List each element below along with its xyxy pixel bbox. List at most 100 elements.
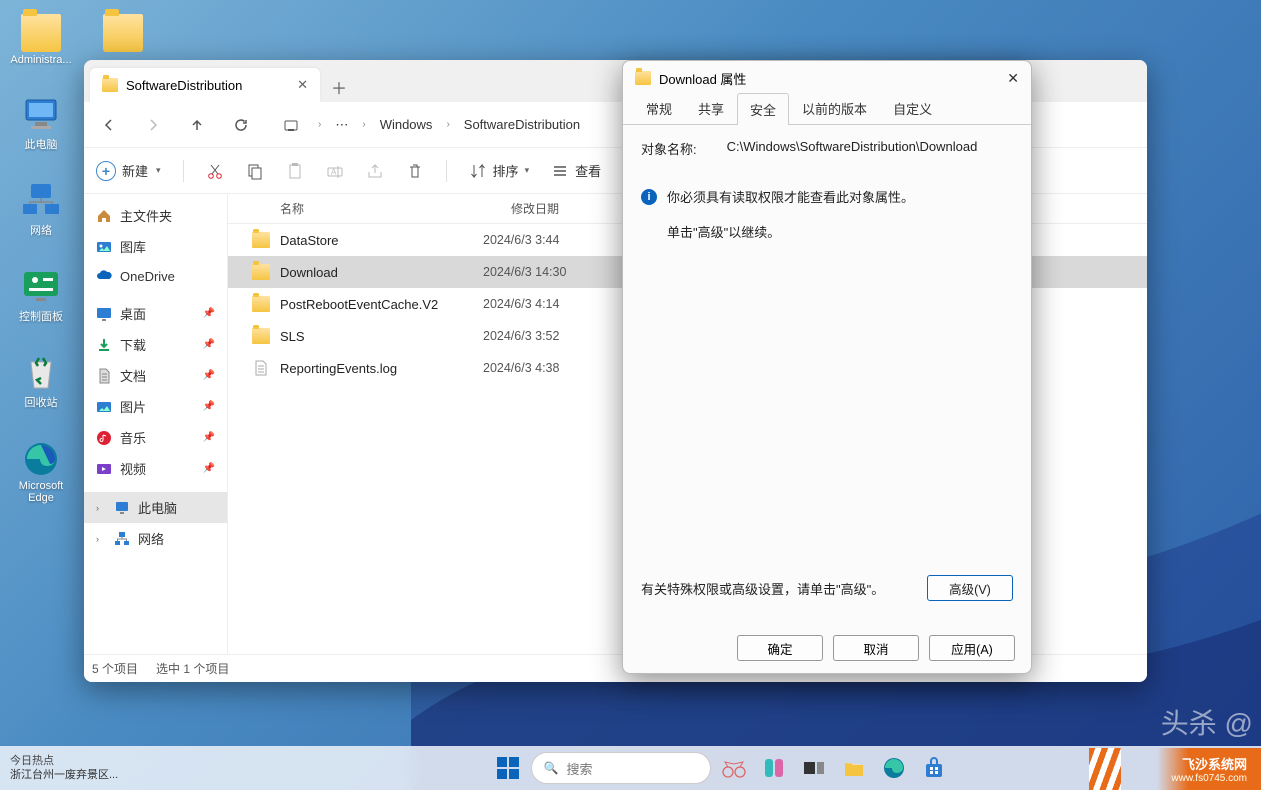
dialog-tabs: 常规共享安全以前的版本自定义 <box>623 95 1031 125</box>
start-button[interactable] <box>491 751 525 785</box>
file-date: 2024/6/3 3:52 <box>483 329 613 343</box>
taskbar-search[interactable]: 🔍 搜索 <box>531 752 711 784</box>
windows-logo-icon <box>497 757 519 779</box>
delete-button[interactable] <box>406 162 424 180</box>
file-date: 2024/6/3 4:14 <box>483 297 613 311</box>
sidebar-item-music[interactable]: 音乐📌 <box>84 422 227 453</box>
refresh-button[interactable] <box>228 112 254 138</box>
search-highlight-icon[interactable] <box>717 751 751 785</box>
label: 控制面板 <box>19 308 63 324</box>
task-view-button[interactable] <box>797 751 831 785</box>
svg-text:A: A <box>331 167 337 176</box>
news-widget[interactable]: 今日热点 浙江台州一废弃景区... <box>0 750 180 787</box>
label: 音乐 <box>120 428 146 447</box>
label: 查看 <box>575 161 601 180</box>
file-name: PostRebootEventCache.V2 <box>280 297 483 312</box>
search-placeholder: 搜索 <box>566 759 592 778</box>
new-button[interactable]: + 新建 ▾ <box>96 161 161 181</box>
cancel-button[interactable]: 取消 <box>833 635 919 661</box>
up-button[interactable] <box>184 112 210 138</box>
path-segment-windows[interactable]: Windows <box>380 117 433 132</box>
edge-taskbar-button[interactable] <box>877 751 911 785</box>
chevron-right-icon: › <box>362 119 365 130</box>
desktop-this-pc[interactable]: 此电脑 <box>10 96 72 152</box>
file-date: 2024/6/3 3:44 <box>483 233 613 247</box>
back-button[interactable] <box>96 112 122 138</box>
path-segment-softwaredistribution[interactable]: SoftwareDistribution <box>464 117 580 132</box>
label: 此电脑 <box>138 498 177 517</box>
advanced-button[interactable]: 高级(V) <box>927 575 1013 601</box>
share-button[interactable] <box>366 162 384 180</box>
tab-安全[interactable]: 安全 <box>737 93 789 125</box>
desktop-edge[interactable]: Microsoft Edge <box>10 440 72 504</box>
label: 新建 <box>122 161 148 180</box>
sidebar-item-onedrive[interactable]: OneDrive <box>84 262 227 290</box>
search-icon: 🔍 <box>544 761 559 775</box>
file-date: 2024/6/3 4:38 <box>483 361 613 375</box>
sidebar-item-net[interactable]: ›网络 <box>84 523 227 554</box>
news-title: 今日热点 <box>10 754 170 768</box>
sidebar-item-video[interactable]: 视频📌 <box>84 453 227 484</box>
desktop-network[interactable]: 网络 <box>10 182 72 238</box>
explorer-taskbar-button[interactable] <box>837 751 871 785</box>
file-icon <box>252 360 270 376</box>
taskbar: 今日热点 浙江台州一废弃景区... 🔍 搜索 <box>0 746 1261 790</box>
desktop-recycle-bin[interactable]: 回收站 <box>10 354 72 410</box>
folder-icon <box>252 264 270 280</box>
desktop-folder-unnamed[interactable] <box>92 14 154 52</box>
pin-icon: 📌 <box>203 339 215 350</box>
explorer-sidebar: 主文件夹图库OneDrive 桌面📌 下载 📌 文档 📌 图片📌音乐📌视频📌 › 此电脑 ›网… <box>84 194 228 654</box>
label: 文档 <box>120 366 146 385</box>
pin-icon: 📌 <box>203 370 215 381</box>
sidebar-item-home[interactable]: 主文件夹 <box>84 200 227 231</box>
label: 此电脑 <box>25 136 58 152</box>
view-button[interactable]: 查看 <box>551 161 601 180</box>
close-button[interactable]: ✕ <box>1007 70 1019 87</box>
desktop-control-panel[interactable]: 控制面板 <box>10 268 72 324</box>
path-root-icon[interactable] <box>278 112 304 138</box>
desktop-folder-administrator[interactable]: Administra... <box>10 14 72 66</box>
copilot-button[interactable] <box>757 751 791 785</box>
forward-button[interactable] <box>140 112 166 138</box>
store-taskbar-button[interactable] <box>917 751 951 785</box>
close-tab-icon[interactable]: ✕ <box>297 77 308 93</box>
folder-icon <box>102 78 118 92</box>
chevron-right-icon: › <box>96 503 106 513</box>
apply-button[interactable]: 应用(A) <box>929 635 1015 661</box>
path-ellipsis[interactable]: ⋯ <box>335 117 348 133</box>
label: 网络 <box>30 222 52 238</box>
copy-button[interactable] <box>246 162 264 180</box>
document-icon <box>96 368 112 384</box>
tab-共享[interactable]: 共享 <box>685 92 737 124</box>
label: 回收站 <box>25 394 58 410</box>
paste-button[interactable] <box>286 162 304 180</box>
sidebar-item-gallery[interactable]: 图库 <box>84 231 227 262</box>
file-date: 2024/6/3 14:30 <box>483 265 613 279</box>
sidebar-item-download[interactable]: 下载 📌 <box>84 329 227 360</box>
chevron-down-icon: ▾ <box>525 165 530 176</box>
file-name: ReportingEvents.log <box>280 361 483 376</box>
edge-icon <box>21 440 61 478</box>
ok-button[interactable]: 确定 <box>737 635 823 661</box>
explorer-tab[interactable]: SoftwareDistribution ✕ <box>90 68 320 102</box>
pc-icon <box>21 96 61 134</box>
onedrive-icon <box>96 268 112 284</box>
label: 图片 <box>120 397 146 416</box>
recycle-bin-icon <box>21 354 61 392</box>
sidebar-item-document[interactable]: 文档 📌 <box>84 360 227 391</box>
label: Microsoft Edge <box>19 480 64 504</box>
cut-button[interactable] <box>206 162 224 180</box>
tab-以前的版本[interactable]: 以前的版本 <box>789 92 880 124</box>
new-tab-button[interactable]: ＋ <box>324 72 354 102</box>
tab-常规[interactable]: 常规 <box>633 92 685 124</box>
rename-button[interactable]: A <box>326 162 344 180</box>
label: 下载 <box>120 335 146 354</box>
object-name-label: 对象名称: <box>641 139 697 158</box>
file-name: Download <box>280 265 483 280</box>
sort-button[interactable]: 排序 ▾ <box>469 161 530 180</box>
sidebar-item-pc[interactable]: › 此电脑 <box>84 492 227 523</box>
sidebar-item-picture[interactable]: 图片📌 <box>84 391 227 422</box>
tab-自定义[interactable]: 自定义 <box>880 92 945 124</box>
column-name[interactable]: 名称 <box>280 200 511 217</box>
sidebar-item-desktop[interactable]: 桌面📌 <box>84 298 227 329</box>
